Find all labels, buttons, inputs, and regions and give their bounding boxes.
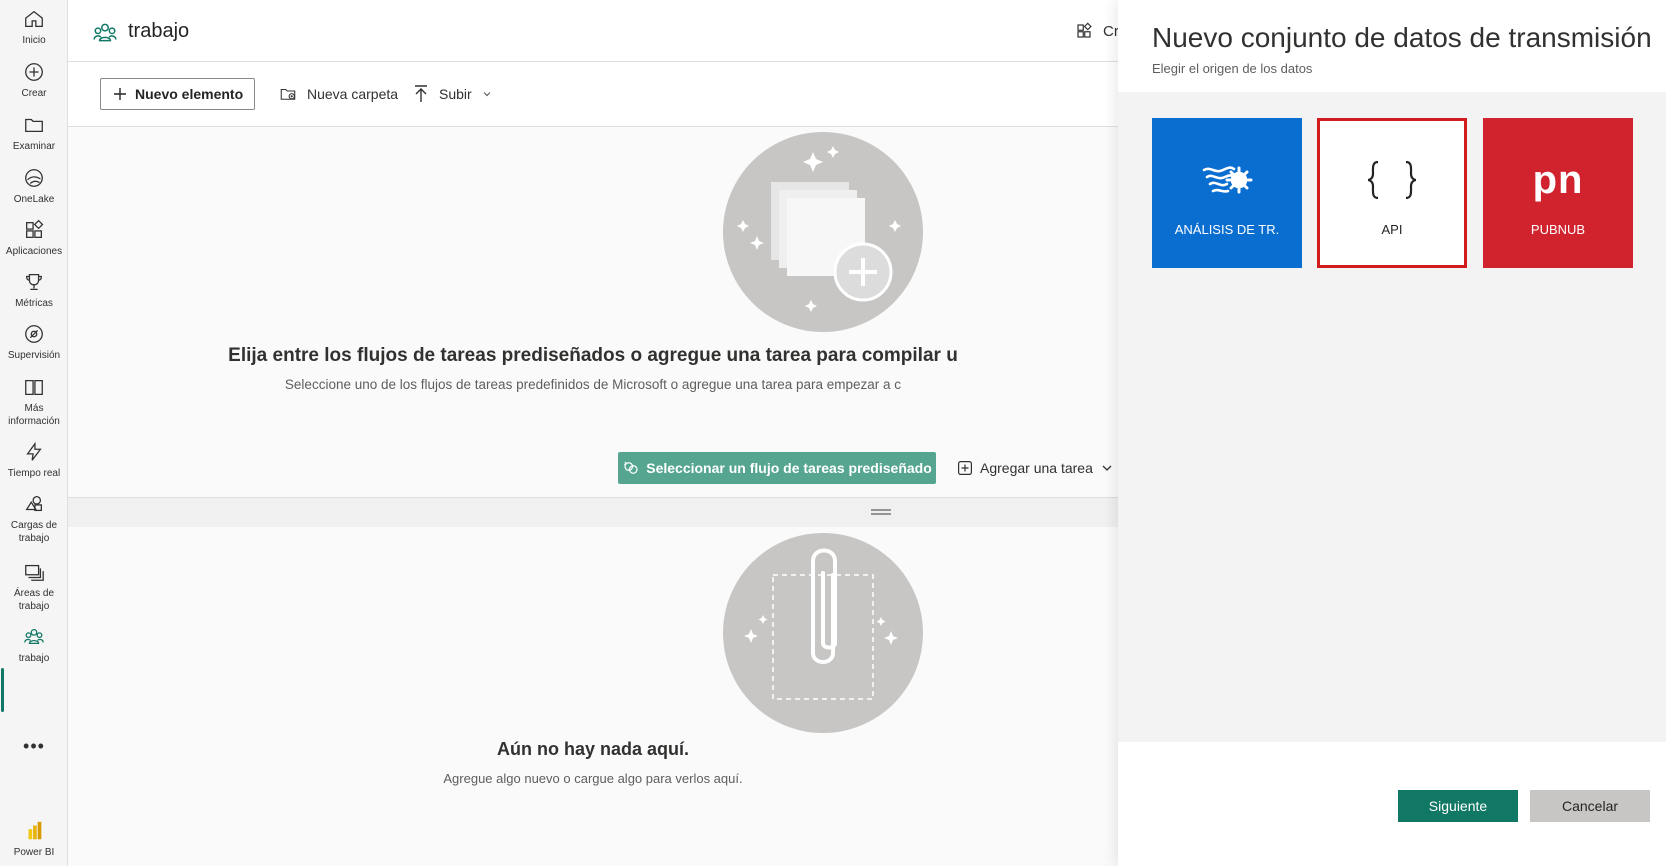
home-icon: [25, 10, 43, 27]
rail-item-metricas[interactable]: Métricas: [0, 271, 68, 310]
source-tile-api[interactable]: API: [1317, 118, 1467, 268]
prebuilt-button-label: Seleccionar un flujo de tareas prediseña…: [646, 460, 932, 476]
rail-label: Áreas de trabajo: [13, 588, 55, 612]
rail-item-cargas-de-trabajo[interactable]: Cargas de trabajo: [0, 493, 68, 545]
powerbi-icon: [28, 821, 42, 840]
add-square-icon: [958, 461, 972, 475]
stacked-pages-icon: [737, 146, 901, 312]
next-button[interactable]: Siguiente: [1398, 790, 1518, 822]
tile-label: PUBNUB: [1530, 222, 1586, 237]
tile-label: API: [1381, 222, 1403, 237]
upload-label: Subir: [439, 86, 472, 102]
folder-icon: [25, 118, 43, 133]
new-item-button[interactable]: Nuevo elemento: [100, 78, 255, 110]
create-icon: [25, 63, 43, 81]
rail-item-aplicaciones[interactable]: Aplicaciones: [0, 219, 68, 258]
workspace-people-icon: [93, 23, 117, 42]
monitor-icon: [25, 325, 43, 343]
rail-label: Examinar: [12, 141, 56, 152]
rail-more-button[interactable]: •••: [0, 736, 68, 757]
rail-label: Crear: [21, 88, 47, 99]
new-streaming-dataset-panel: Nuevo conjunto de datos de transmisión E…: [1118, 0, 1679, 866]
items-area: Aún no hay nada aquí. Agregue algo nuevo…: [68, 527, 1118, 866]
powerbi-switcher[interactable]: Power BI: [0, 820, 68, 859]
rail-item-supervision[interactable]: Supervisión: [0, 323, 68, 362]
rail-label: trabajo: [18, 653, 50, 664]
add-task-dropdown[interactable]: Agregar una tarea: [958, 452, 1113, 484]
rail-item-examinar[interactable]: Examinar: [0, 114, 68, 153]
rail-item-areas-de-trabajo[interactable]: Áreas de trabajo: [0, 561, 68, 613]
add-task-label: Agregar una tarea: [980, 460, 1093, 476]
rail-item-mas-informacion[interactable]: Más información: [0, 376, 68, 428]
upload-button[interactable]: Subir: [413, 78, 492, 110]
workloads-icon: [25, 496, 42, 512]
prebuilt-flow-icon: [624, 461, 638, 474]
new-folder-button[interactable]: Nueva carpeta: [279, 78, 398, 110]
chevron-down-icon: [483, 92, 491, 97]
rail-label: Más información: [8, 403, 60, 427]
rail-item-trabajo[interactable]: trabajo: [0, 626, 68, 665]
tile-label: ANÁLISIS DE TR.: [1174, 222, 1280, 237]
pubnub-icon: pn: [1532, 158, 1584, 202]
rail-label: Supervisión: [7, 350, 61, 361]
empty-state-subtitle: Agregue algo nuevo o cargue algo para ve…: [443, 771, 743, 786]
paperclip-icon: [744, 548, 898, 700]
book-icon: [25, 379, 43, 395]
trophy-icon: [26, 274, 42, 290]
azure-stream-analytics-icon: [1202, 166, 1253, 194]
empty-state-title: Aún no hay nada aquí.: [496, 739, 689, 759]
pane-splitter[interactable]: [68, 497, 1118, 527]
apps-icon: [1077, 22, 1092, 38]
panel-title: Nuevo conjunto de datos de transmisión: [1152, 22, 1652, 53]
drag-handle-icon[interactable]: [870, 508, 892, 516]
empty-state-illustration: [723, 533, 923, 733]
task-flow-illustration: [723, 132, 923, 332]
task-flow-subheading: Seleccione uno de los flujos de tareas p…: [284, 377, 902, 392]
rail-item-onelake[interactable]: OneLake: [0, 167, 68, 206]
onelake-icon: [25, 169, 43, 187]
new-folder-label: Nueva carpeta: [307, 86, 399, 102]
rail-item-inicio[interactable]: Inicio: [0, 8, 68, 47]
select-prebuilt-taskflow-button[interactable]: Seleccionar un flujo de tareas prediseña…: [618, 452, 936, 484]
rail-label: Inicio: [22, 35, 46, 46]
cancel-button[interactable]: Cancelar: [1530, 790, 1650, 822]
workspaces-icon: [25, 564, 44, 581]
left-rail: Inicio Crear Examinar OneLake Aplicacion…: [0, 0, 68, 866]
apps-icon: [26, 219, 44, 238]
rail-label: Tiempo real: [7, 468, 61, 479]
source-tiles-area: ANÁLISIS DE TR. API pn PUBNUB: [1118, 92, 1666, 742]
api-braces-icon: [1367, 160, 1417, 200]
rail-label: Métricas: [15, 298, 53, 309]
new-item-label: Nuevo elemento: [135, 86, 244, 102]
task-flow-area: Elija entre los flujos de tareas predise…: [68, 127, 1118, 497]
powerbi-label: Power BI: [13, 847, 55, 858]
workspace-title: trabajo: [128, 20, 190, 42]
rail-item-tiempo-real[interactable]: Tiempo real: [0, 441, 68, 480]
panel-subtitle: Elegir el origen de los datos: [1152, 61, 1313, 76]
rail-label: OneLake: [13, 194, 55, 205]
source-tile-azure-stream-analytics[interactable]: ANÁLISIS DE TR.: [1152, 118, 1302, 268]
workspace-people-icon: [24, 629, 44, 645]
lightning-icon: [26, 441, 42, 461]
rail-label: Cargas de trabajo: [10, 520, 58, 544]
rail-label: Aplicaciones: [5, 246, 63, 257]
plus-icon: [114, 88, 126, 100]
upload-icon: [415, 85, 427, 102]
new-folder-icon: [280, 88, 296, 100]
chevron-down-icon: [1102, 465, 1112, 471]
rail-item-crear[interactable]: Crear: [0, 61, 68, 100]
source-tile-pubnub[interactable]: pn PUBNUB: [1483, 118, 1633, 268]
rail-active-indicator: [1, 668, 4, 712]
task-flow-heading: Elija entre los flujos de tareas predise…: [228, 345, 958, 366]
